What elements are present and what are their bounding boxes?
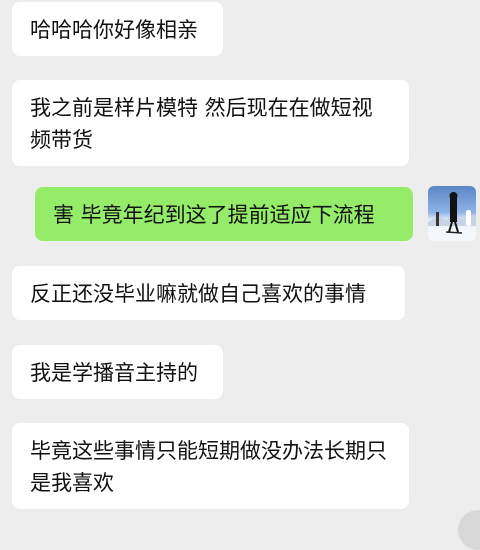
avatar-icon (458, 510, 480, 550)
message-bubble-incoming[interactable]: 我是学播音主持的 (12, 345, 223, 399)
message-bubble-incoming[interactable]: 反正还没毕业嘛就做自己喜欢的事情 (12, 266, 405, 320)
chat-conversation: 哈哈哈你好像相亲 我之前是样片模特 然后现在在做短视频带货 害 毕竟年纪到这了提… (0, 0, 480, 550)
avatar-image (428, 192, 476, 241)
message-bubble-incoming[interactable]: 毕竟这些事情只能短期做没办法长期只是我喜欢 (12, 423, 409, 509)
message-bubble-outgoing[interactable]: 害 毕竟年纪到这了提前适应下流程 (35, 187, 413, 241)
avatar-icon[interactable] (428, 186, 476, 241)
message-bubble-incoming[interactable]: 我之前是样片模特 然后现在在做短视频带货 (12, 80, 409, 166)
message-bubble-incoming[interactable]: 哈哈哈你好像相亲 (12, 2, 223, 56)
